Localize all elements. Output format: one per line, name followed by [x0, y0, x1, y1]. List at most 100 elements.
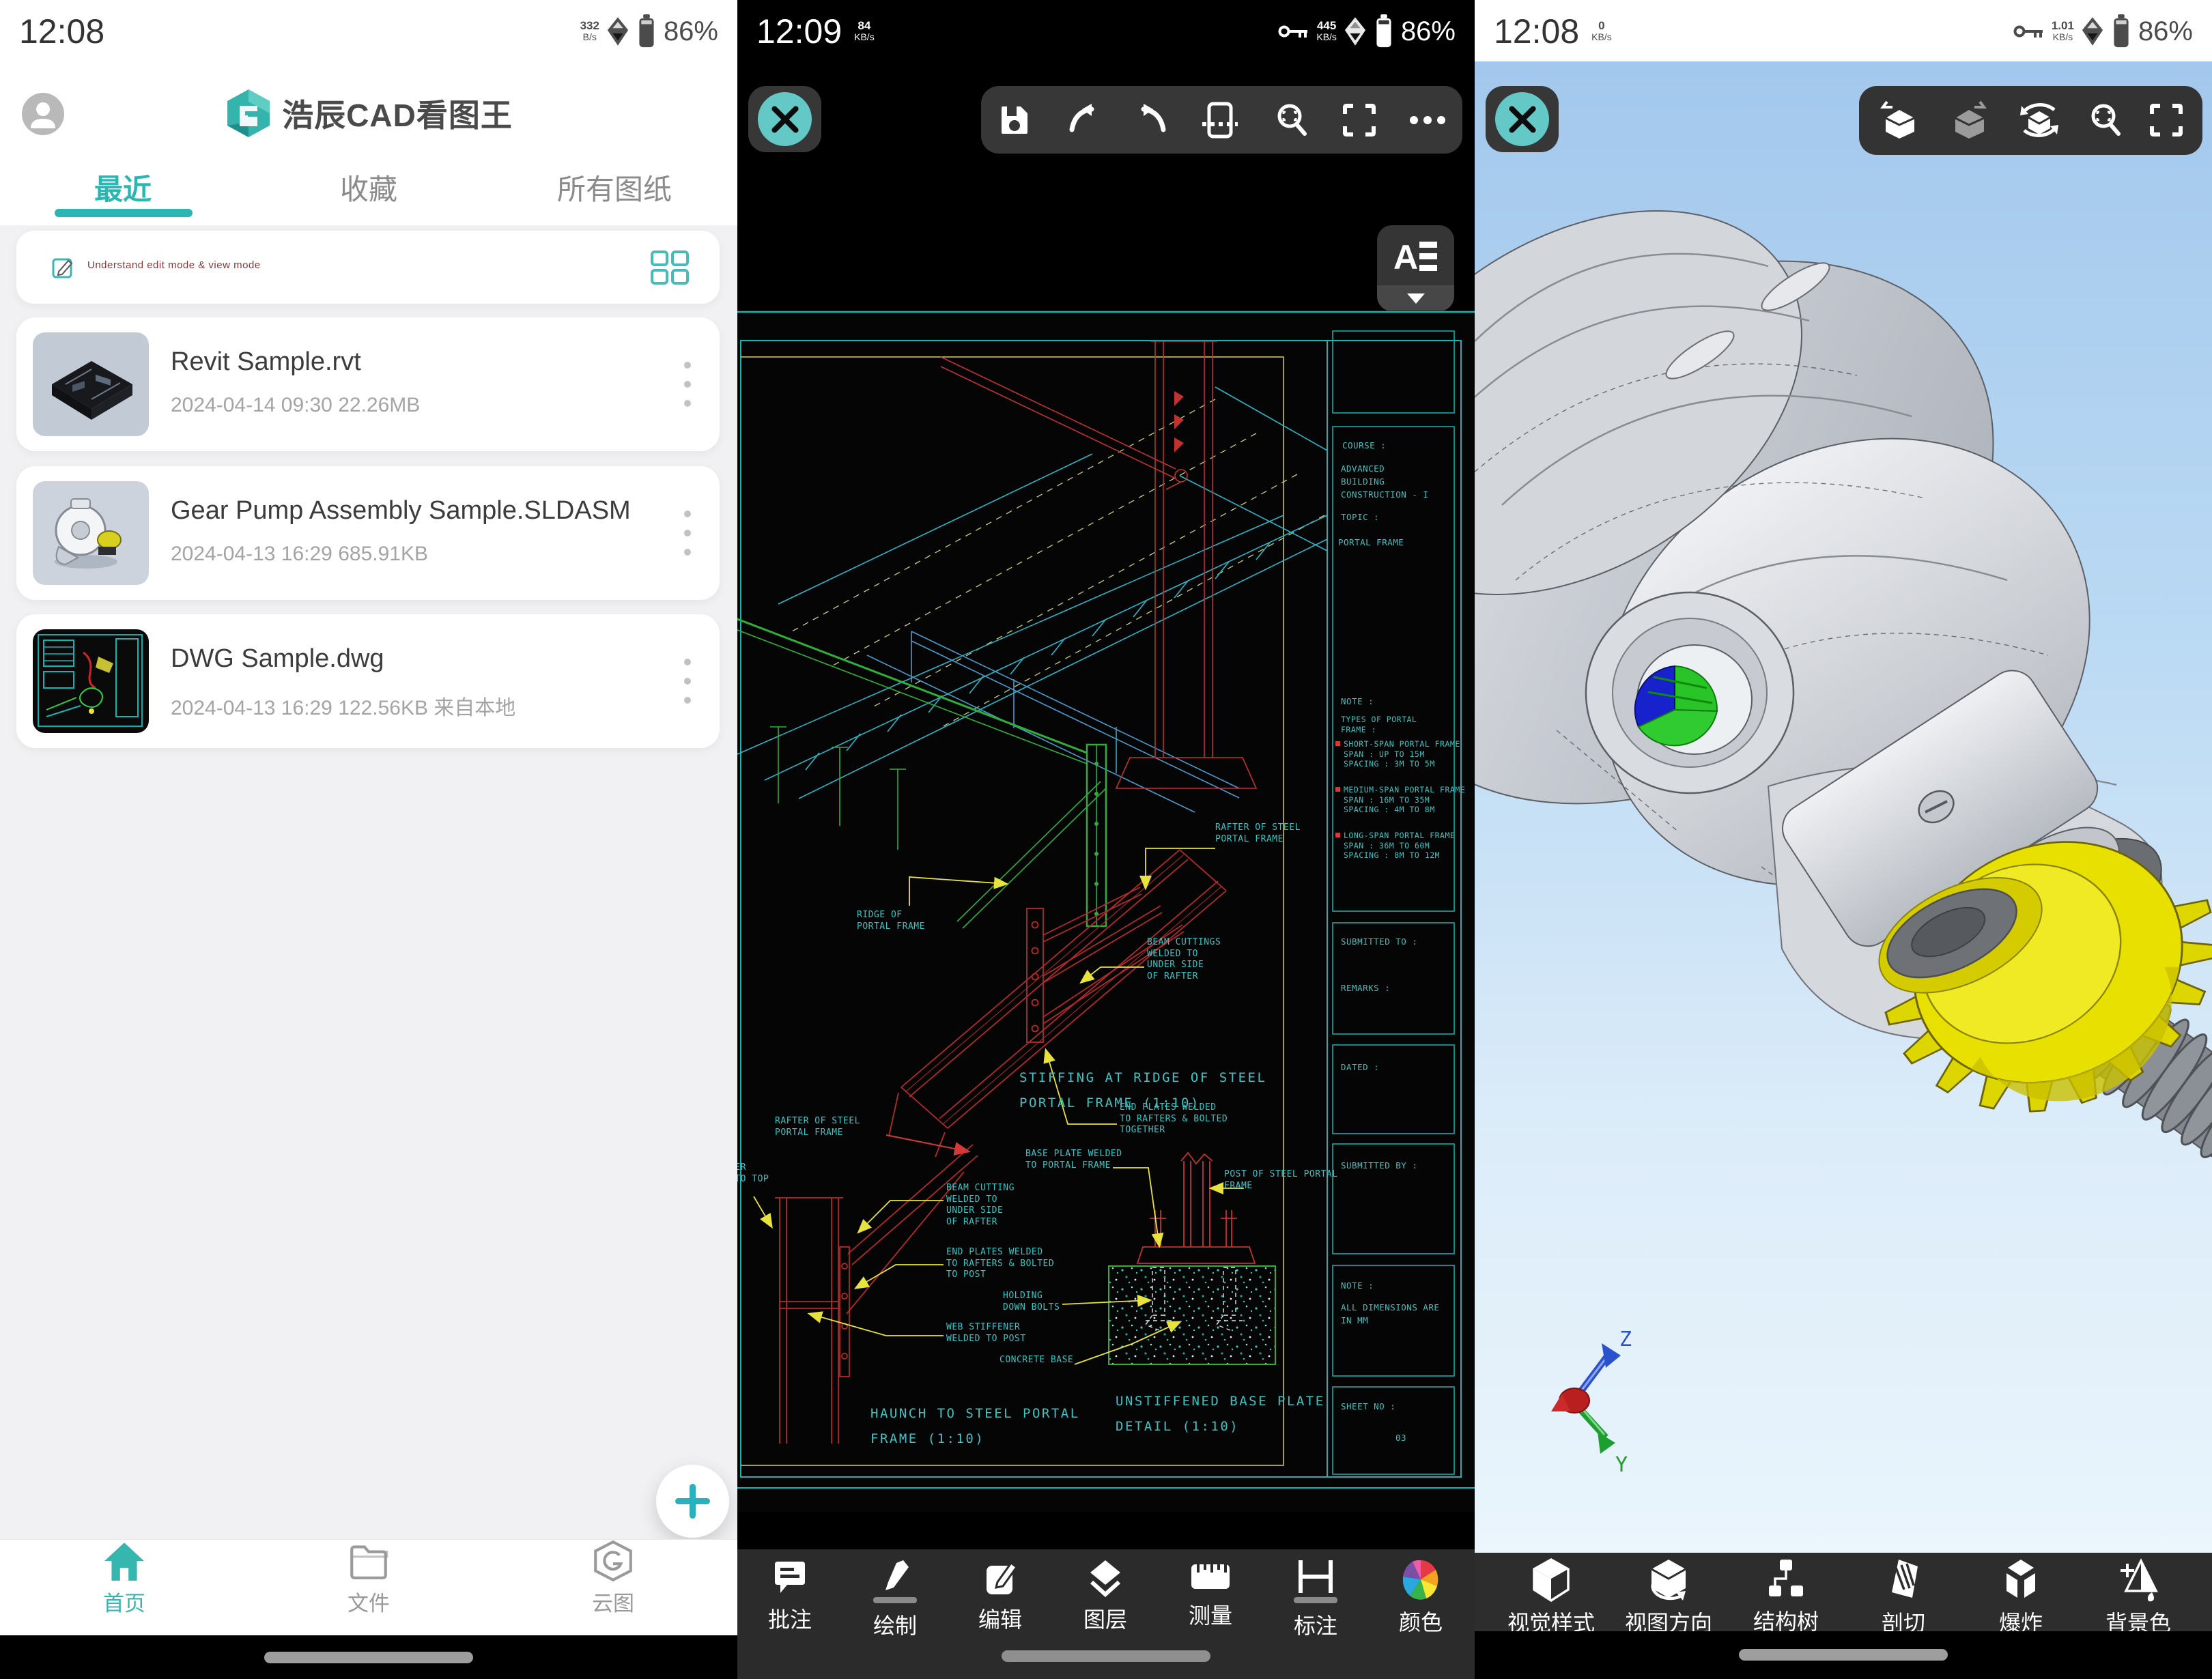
detail-caption: STIFFING AT RIDGE OF STEEL PORTAL FRAME …: [1019, 1065, 1266, 1116]
reset-view-button[interactable]: [2005, 86, 2073, 154]
file-name: Gear Pump Assembly Sample.SLDASM: [171, 496, 631, 526]
titleblock-submitted-by: SUBMITTED BY :: [1341, 1159, 1417, 1172]
titleblock-note2: NOTE :: [1341, 1279, 1374, 1292]
split-view-button[interactable]: [1189, 86, 1251, 154]
cad-label: WEB STIFFENER WELDED TO POST: [946, 1322, 1026, 1345]
titleblock-dated: DATED :: [1341, 1061, 1379, 1074]
tab-all-drawings[interactable]: 所有图纸: [492, 156, 737, 218]
redo-button[interactable]: [1120, 86, 1183, 154]
tool-measure[interactable]: 测量: [1158, 1559, 1263, 1630]
titleblock-sheet-no: 03: [1395, 1431, 1406, 1444]
tool-view-direction[interactable]: 视图方向: [1608, 1558, 1729, 1637]
color-wheel-icon: [1403, 1559, 1438, 1600]
dwg-thumb-image: [33, 629, 149, 733]
tool-underline: [873, 1597, 917, 1603]
gesture-area: [0, 1635, 737, 1679]
nav-cloud-drawings[interactable]: 云图: [531, 1540, 695, 1636]
file-menu-icon[interactable]: [684, 360, 691, 409]
file-meta: 2024-04-13 16:29 685.91KB: [171, 543, 428, 566]
detail-caption: UNSTIFFENED BASE PLATE DETAIL (1:10): [1116, 1389, 1325, 1439]
axis-triad: Z Y: [1551, 1328, 1632, 1477]
app-logo: 浩辰CAD看图王: [0, 81, 737, 146]
gesture-pill[interactable]: [1739, 1649, 1948, 1661]
gesture-area: [1475, 1631, 2212, 1679]
drawing-toolbar: [981, 86, 1462, 154]
tool-section[interactable]: 剖切: [1843, 1558, 1963, 1637]
key-icon: [2013, 22, 2045, 41]
axis-z-label: Z: [1619, 1328, 1632, 1351]
nav-files[interactable]: 文件: [287, 1540, 451, 1636]
titleblock-topic-header: TOPIC :: [1341, 511, 1379, 523]
model-toolbar: [1859, 86, 2202, 155]
close-model-button[interactable]: [1486, 86, 1559, 152]
cad-drawing-canvas[interactable]: RAFTER OF STEEL PORTAL FRAME RIDGE OF PO…: [737, 311, 1475, 1512]
data-usage-icon: [606, 16, 629, 47]
tip-banner[interactable]: Understand edit mode & view mode: [16, 231, 720, 304]
file-card-dwg[interactable]: DWG Sample.dwg 2024-04-13 16:29 122.56KB…: [16, 614, 720, 748]
bottom-nav: 首页 文件 云图: [0, 1539, 737, 1636]
tab-favorites[interactable]: 收藏: [246, 156, 492, 218]
more-button[interactable]: [1396, 86, 1459, 154]
gesture-pill[interactable]: [264, 1652, 473, 1663]
text-style-button[interactable]: A: [1377, 225, 1454, 311]
file-meta: 2024-04-13 16:29 122.56KB 来自本地: [171, 691, 515, 721]
panel-home: 12:08 332B/s 86%: [0, 0, 737, 1679]
file-name: DWG Sample.dwg: [171, 644, 384, 674]
tool-background-color[interactable]: 背景色: [2078, 1558, 2198, 1637]
tab-active-indicator: [55, 209, 193, 217]
zoom-select-button[interactable]: [2072, 86, 2140, 154]
detail-caption: HAUNCH TO STEEL PORTAL FRAME (1:10): [870, 1401, 1080, 1452]
add-file-button[interactable]: [656, 1465, 729, 1538]
redo-view-button[interactable]: [1934, 86, 2002, 154]
view-direction-icon: [1649, 1558, 1688, 1602]
zoom-select-button[interactable]: [1261, 86, 1324, 154]
titleblock-course-header: COURSE :: [1342, 439, 1386, 452]
section-cut-icon: [1885, 1558, 1922, 1602]
cad-label: BEAM CUTTINGS WELDED TO UNDER SIDE OF RA…: [1147, 937, 1221, 982]
structure-tree-icon: [1766, 1558, 1806, 1601]
app-logo-icon: [225, 88, 272, 139]
save-button[interactable]: [982, 86, 1045, 154]
file-thumbnail: [33, 481, 149, 585]
gesture-pill[interactable]: [1002, 1650, 1210, 1662]
cad-label: POST OF STEEL PORTAL FRAME: [1224, 1169, 1338, 1192]
titleblock-span-medium: MEDIUM-SPAN PORTAL FRAME SPAN : 16M TO 3…: [1344, 785, 1465, 815]
tool-structure-tree[interactable]: 结构树: [1726, 1558, 1846, 1636]
undo-button[interactable]: [1052, 86, 1115, 154]
file-card-gearpump[interactable]: Gear Pump Assembly Sample.SLDASM 2024-04…: [16, 466, 720, 600]
nav-home[interactable]: 首页: [42, 1540, 206, 1636]
undo-view-button[interactable]: [1864, 86, 1933, 154]
tool-visual-style[interactable]: 视觉样式: [1491, 1558, 1611, 1637]
tool-layers[interactable]: 图层: [1053, 1559, 1158, 1634]
annotate-icon: [771, 1559, 809, 1597]
edit-mode-icon: [52, 257, 75, 280]
cad-label: RIDGE OF PORTAL FRAME: [857, 910, 925, 932]
fullscreen-button[interactable]: [2132, 86, 2200, 154]
fullscreen-button[interactable]: [1328, 86, 1391, 154]
file-thumbnail: [33, 332, 149, 436]
tool-edit[interactable]: 编辑: [948, 1559, 1053, 1634]
svg-text:A: A: [1393, 238, 1418, 276]
status-time: 12:09: [756, 12, 842, 51]
cad-label: BASE PLATE WELDED TO PORTAL FRAME: [1025, 1149, 1122, 1171]
layers-icon: [1086, 1559, 1124, 1597]
status-bar-left: 12:08 332B/s 86%: [0, 0, 737, 63]
status-time: 12:08: [19, 12, 104, 51]
pencil-icon: [876, 1559, 914, 1594]
tool-draw[interactable]: 绘制: [842, 1559, 948, 1640]
network-speed-right: 445KB/s: [1316, 20, 1337, 43]
tool-color[interactable]: 颜色: [1368, 1559, 1473, 1637]
grid-view-icon[interactable]: [650, 250, 690, 285]
titleblock-topic: PORTAL FRAME: [1338, 536, 1404, 549]
tool-dimension[interactable]: 标注: [1263, 1559, 1368, 1640]
battery-icon: [1374, 14, 1394, 48]
tool-explode[interactable]: 爆炸: [1961, 1558, 2081, 1637]
file-menu-icon[interactable]: [684, 657, 691, 706]
file-menu-icon[interactable]: [684, 508, 691, 558]
home-icon: [102, 1540, 147, 1582]
close-drawing-button[interactable]: [748, 86, 821, 152]
tool-annotate[interactable]: 批注: [737, 1559, 842, 1634]
file-card-revit[interactable]: Revit Sample.rvt 2024-04-14 09:30 22.26M…: [16, 317, 720, 451]
model-viewport[interactable]: Z Y: [1475, 61, 2212, 1553]
cad-label: END PLATES WELDED TO RAFTERS & BOLTED TO…: [946, 1247, 1054, 1281]
